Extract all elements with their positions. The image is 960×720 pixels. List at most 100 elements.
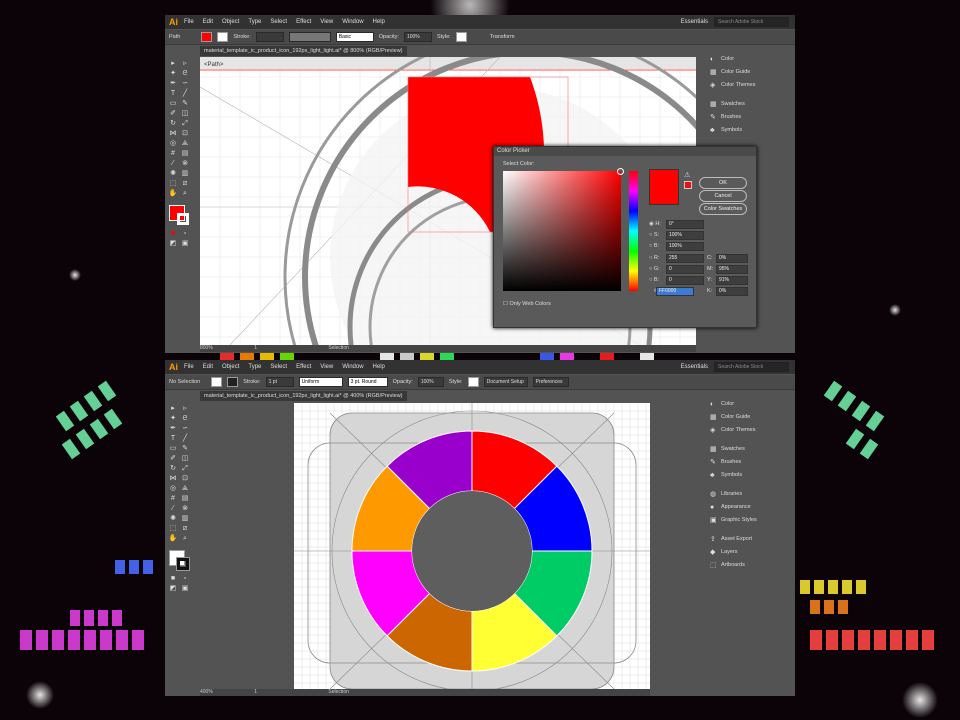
menu-view[interactable]: View: [320, 364, 333, 370]
zoom-tool-icon[interactable]: ⌕: [180, 534, 190, 544]
paintbrush-icon[interactable]: ✎: [180, 444, 190, 454]
draw-mode-icon[interactable]: ◩: [168, 239, 178, 249]
panel-color-guide[interactable]: ▦ Color Guide: [705, 66, 795, 79]
stroke-weight-field[interactable]: [255, 32, 284, 42]
hue-slider[interactable]: [629, 171, 638, 291]
artboard-number[interactable]: 1: [254, 345, 257, 351]
selection-tool-icon[interactable]: ▸: [168, 59, 178, 69]
graphic-style-swatch[interactable]: [455, 32, 467, 42]
hue-radio[interactable]: ◉ H:: [649, 220, 661, 228]
gradient-tool-icon[interactable]: ▤: [180, 149, 190, 159]
magic-wand-icon[interactable]: ✦: [168, 69, 178, 79]
panel-color[interactable]: ◐ Color: [705, 53, 795, 66]
cyan-field[interactable]: 0%: [716, 254, 748, 263]
menu-help[interactable]: Help: [373, 19, 385, 25]
width-tool-icon[interactable]: ⋈: [168, 129, 178, 139]
rectangle-tool-icon[interactable]: ▭: [168, 444, 178, 454]
menu-type[interactable]: Type: [248, 364, 261, 370]
panel-asset-export[interactable]: ⇪ Asset Export: [705, 533, 795, 546]
artboard-tool-icon[interactable]: ⬚: [168, 524, 178, 534]
ok-button[interactable]: OK: [699, 177, 747, 189]
mesh-tool-icon[interactable]: #: [168, 494, 178, 504]
screen-mode-icon[interactable]: ▣: [180, 584, 190, 594]
symbol-sprayer-icon[interactable]: ✺: [168, 169, 178, 179]
gradient-mode-icon[interactable]: ▫: [180, 574, 190, 584]
search-stock-input[interactable]: Search Adobe Stock: [714, 362, 789, 372]
panel-graphic-styles[interactable]: ▣ Graphic Styles: [705, 514, 795, 527]
color-field-cursor[interactable]: [617, 168, 624, 175]
panel-swatches[interactable]: ▦ Swatches: [705, 443, 795, 456]
workspace-switcher[interactable]: Essentials: [681, 364, 708, 370]
brush-definition[interactable]: 3 pt. Round: [347, 377, 388, 387]
shaper-tool-icon[interactable]: ✐: [168, 454, 178, 464]
menu-help[interactable]: Help: [373, 364, 385, 370]
menu-type[interactable]: Type: [248, 19, 261, 25]
zoom-tool-icon[interactable]: ⌕: [180, 189, 190, 199]
cancel-button[interactable]: Cancel: [699, 190, 747, 202]
brush-definition[interactable]: Basic: [335, 32, 374, 42]
magenta-field[interactable]: 95%: [716, 265, 748, 274]
menu-object[interactable]: Object: [222, 364, 239, 370]
perspective-grid-icon[interactable]: ⟁: [180, 139, 190, 149]
preferences-button[interactable]: Preferences: [532, 377, 569, 387]
symbol-sprayer-icon[interactable]: ✺: [168, 514, 178, 524]
saturation-radio[interactable]: ○ S:: [649, 231, 659, 239]
saturation-field[interactable]: 100%: [666, 231, 704, 240]
zoom-level[interactable]: 800%: [200, 345, 213, 351]
curvature-tool-icon[interactable]: ∽: [180, 79, 190, 89]
green-field[interactable]: 0: [666, 265, 704, 274]
workspace-switcher[interactable]: Essentials: [681, 19, 708, 25]
slice-tool-icon[interactable]: ⧄: [180, 524, 190, 534]
fill-stroke-widget[interactable]: [167, 203, 197, 229]
green-radio[interactable]: ○ G:: [649, 265, 660, 273]
free-transform-icon[interactable]: ⊡: [180, 474, 190, 484]
saturation-brightness-field[interactable]: [503, 168, 624, 291]
opacity-field[interactable]: 100%: [403, 32, 432, 42]
gradient-tool-icon[interactable]: ▤: [180, 494, 190, 504]
menu-edit[interactable]: Edit: [203, 19, 213, 25]
panel-color[interactable]: ◐ Color: [705, 398, 795, 411]
fill-swatch[interactable]: [211, 377, 223, 387]
type-tool-icon[interactable]: T: [168, 89, 178, 99]
rectangle-tool-icon[interactable]: ▭: [168, 99, 178, 109]
line-tool-icon[interactable]: ╱: [180, 434, 190, 444]
brightness-radio[interactable]: ○ B:: [649, 242, 659, 250]
panel-brushes[interactable]: ✎ Brushes: [705, 111, 795, 124]
pen-tool-icon[interactable]: ✒: [168, 79, 178, 89]
mesh-tool-icon[interactable]: #: [168, 149, 178, 159]
lasso-icon[interactable]: ᘓ: [180, 414, 190, 424]
eyedropper-icon[interactable]: ⁄: [168, 504, 178, 514]
menu-effect[interactable]: Effect: [296, 19, 311, 25]
stroke-color-icon[interactable]: [177, 213, 189, 225]
yellow-field[interactable]: 91%: [716, 276, 748, 285]
column-graph-icon[interactable]: ▥: [180, 169, 190, 179]
free-transform-icon[interactable]: ⊡: [180, 129, 190, 139]
curvature-tool-icon[interactable]: ∽: [180, 424, 190, 434]
eyedropper-icon[interactable]: ⁄: [168, 159, 178, 169]
transform-link[interactable]: Transform: [490, 34, 515, 40]
hand-tool-icon[interactable]: ✋: [168, 189, 178, 199]
opacity-field[interactable]: 100%: [417, 377, 444, 387]
menu-select[interactable]: Select: [270, 364, 287, 370]
panel-symbols[interactable]: ♣ Symbols: [705, 124, 795, 137]
menu-window[interactable]: Window: [342, 19, 363, 25]
scale-tool-icon[interactable]: ⤢: [180, 119, 190, 129]
document-tab[interactable]: material_template_ic_product_icon_192px_…: [200, 391, 407, 401]
blend-tool-icon[interactable]: ⊗: [180, 504, 190, 514]
canvas-bottom[interactable]: [294, 403, 650, 690]
direct-selection-tool-icon[interactable]: ▹: [180, 59, 190, 69]
draw-mode-icon[interactable]: ◩: [168, 584, 178, 594]
type-tool-icon[interactable]: T: [168, 434, 178, 444]
search-stock-input[interactable]: Search Adobe Stock: [714, 17, 789, 27]
red-radio[interactable]: ○ R:: [649, 254, 659, 262]
screen-mode-icon[interactable]: ▣: [180, 239, 190, 249]
out-of-gamut-warning-icon[interactable]: ⚠: [684, 171, 690, 179]
menu-object[interactable]: Object: [222, 19, 239, 25]
graphic-style-swatch[interactable]: [467, 377, 479, 387]
panel-brushes[interactable]: ✎ Brushes: [705, 456, 795, 469]
shape-builder-icon[interactable]: ◎: [168, 139, 178, 149]
only-web-colors-checkbox[interactable]: ☐ Only Web Colors: [503, 300, 551, 308]
red-field[interactable]: 255: [666, 254, 704, 263]
document-setup-button[interactable]: Document Setup: [483, 377, 528, 387]
stroke-swatch[interactable]: [227, 377, 239, 387]
